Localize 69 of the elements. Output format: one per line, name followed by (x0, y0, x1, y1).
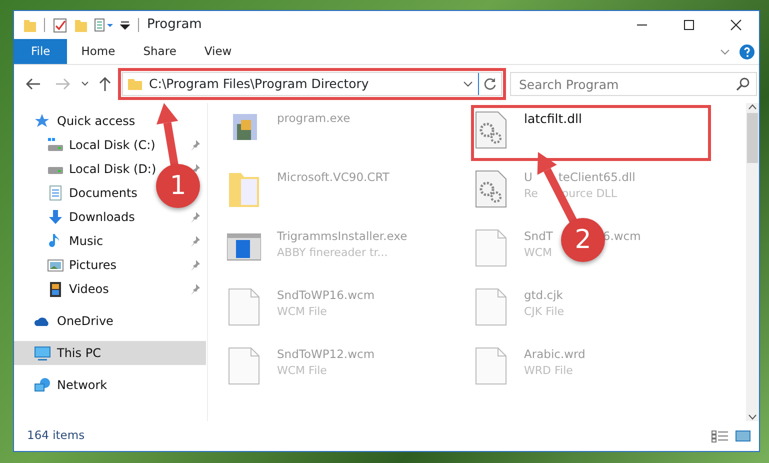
sidebar-label: Pictures (69, 257, 117, 274)
film-strip-icon (47, 281, 64, 297)
ribbon-tab[interactable]: Share (129, 39, 190, 64)
up-arrow-icon[interactable] (98, 76, 112, 92)
pin-icon[interactable] (189, 211, 201, 223)
sidebar-label: Music (69, 233, 104, 250)
search-field[interactable]: Search Program (510, 72, 757, 96)
monitor-icon (34, 345, 51, 361)
file-type: WCM File (277, 304, 327, 320)
sidebar-label: Quick access (57, 113, 136, 130)
sidebar-label: Local Disk (C:) (69, 137, 156, 154)
checklist-icon[interactable] (52, 17, 68, 33)
scrollbar-thumb[interactable] (747, 113, 758, 163)
pin-icon[interactable] (189, 235, 201, 247)
folder-icon (127, 77, 143, 91)
close-icon[interactable] (728, 18, 742, 32)
pin-icon[interactable] (189, 259, 201, 271)
window-title: Program (147, 16, 202, 34)
refresh-icon[interactable] (483, 77, 497, 91)
sidebar-label: Local Disk (D:) (69, 161, 156, 178)
sidebar-label: Documents (69, 185, 138, 202)
sidebar-label: Videos (69, 281, 109, 298)
ribbon-tab[interactable]: Home (67, 39, 130, 64)
sidebar-label: Network (57, 377, 108, 394)
caret-icon[interactable] (462, 79, 474, 89)
help-icon[interactable] (739, 44, 755, 60)
network-icon (34, 377, 51, 393)
large-icons-view-icon[interactable] (735, 429, 751, 443)
scroll-up-icon[interactable] (748, 103, 757, 111)
back-arrow-icon[interactable] (25, 77, 41, 91)
search-icon (736, 77, 750, 91)
sidebar-item[interactable]: OneDrive (14, 309, 118, 333)
file-menu-button[interactable]: File (14, 39, 68, 64)
gear-file-icon[interactable] (474, 169, 508, 209)
properties-icon[interactable] (94, 17, 114, 33)
sidebar-item[interactable]: Local Disk (C:) (14, 133, 160, 157)
file-name[interactable]: latcfilt.dll (524, 110, 582, 129)
document-icon (47, 185, 64, 201)
sidebar-item[interactable]: Pictures (14, 253, 121, 277)
ribbon-tab[interactable]: View (190, 39, 246, 64)
download-arrow-icon (47, 209, 64, 225)
file-type: ABBY finereader tr... (277, 245, 388, 262)
file-type: WCM (524, 245, 552, 262)
sidebar-item[interactable]: Downloads (14, 205, 139, 229)
sidebar-item[interactable]: Music (14, 229, 108, 253)
scrollbar[interactable] (746, 103, 759, 421)
maximize-icon[interactable] (682, 18, 696, 32)
file-type: WCM File (277, 363, 327, 380)
sidebar-label: OneDrive (57, 313, 114, 330)
sidebar-label: This PC (57, 345, 101, 362)
item-count: 164 items (27, 427, 86, 444)
pin-icon[interactable] (189, 139, 201, 151)
file-type: Re (524, 186, 538, 202)
picture-icon (47, 257, 64, 273)
sidebar-item[interactable]: This PC (14, 341, 206, 365)
gear-file-icon[interactable] (474, 110, 508, 150)
file-type: CJK File (524, 304, 564, 320)
sidebar-item[interactable]: Quick access (14, 109, 140, 133)
sidebar-label: Downloads (69, 209, 135, 226)
sidebar-item[interactable]: Network (14, 373, 112, 397)
sidebar-item[interactable]: Documents (14, 181, 142, 205)
drive-icon (47, 137, 64, 153)
pin-icon[interactable] (189, 283, 201, 295)
star-icon (34, 113, 51, 129)
details-view-icon[interactable] (711, 429, 729, 443)
scroll-down-icon[interactable] (748, 413, 757, 421)
address-path: C:\Program Files\Program Directory (149, 74, 370, 93)
sidebar-item[interactable]: Videos (14, 277, 113, 301)
file-type: WRD File (524, 363, 573, 380)
